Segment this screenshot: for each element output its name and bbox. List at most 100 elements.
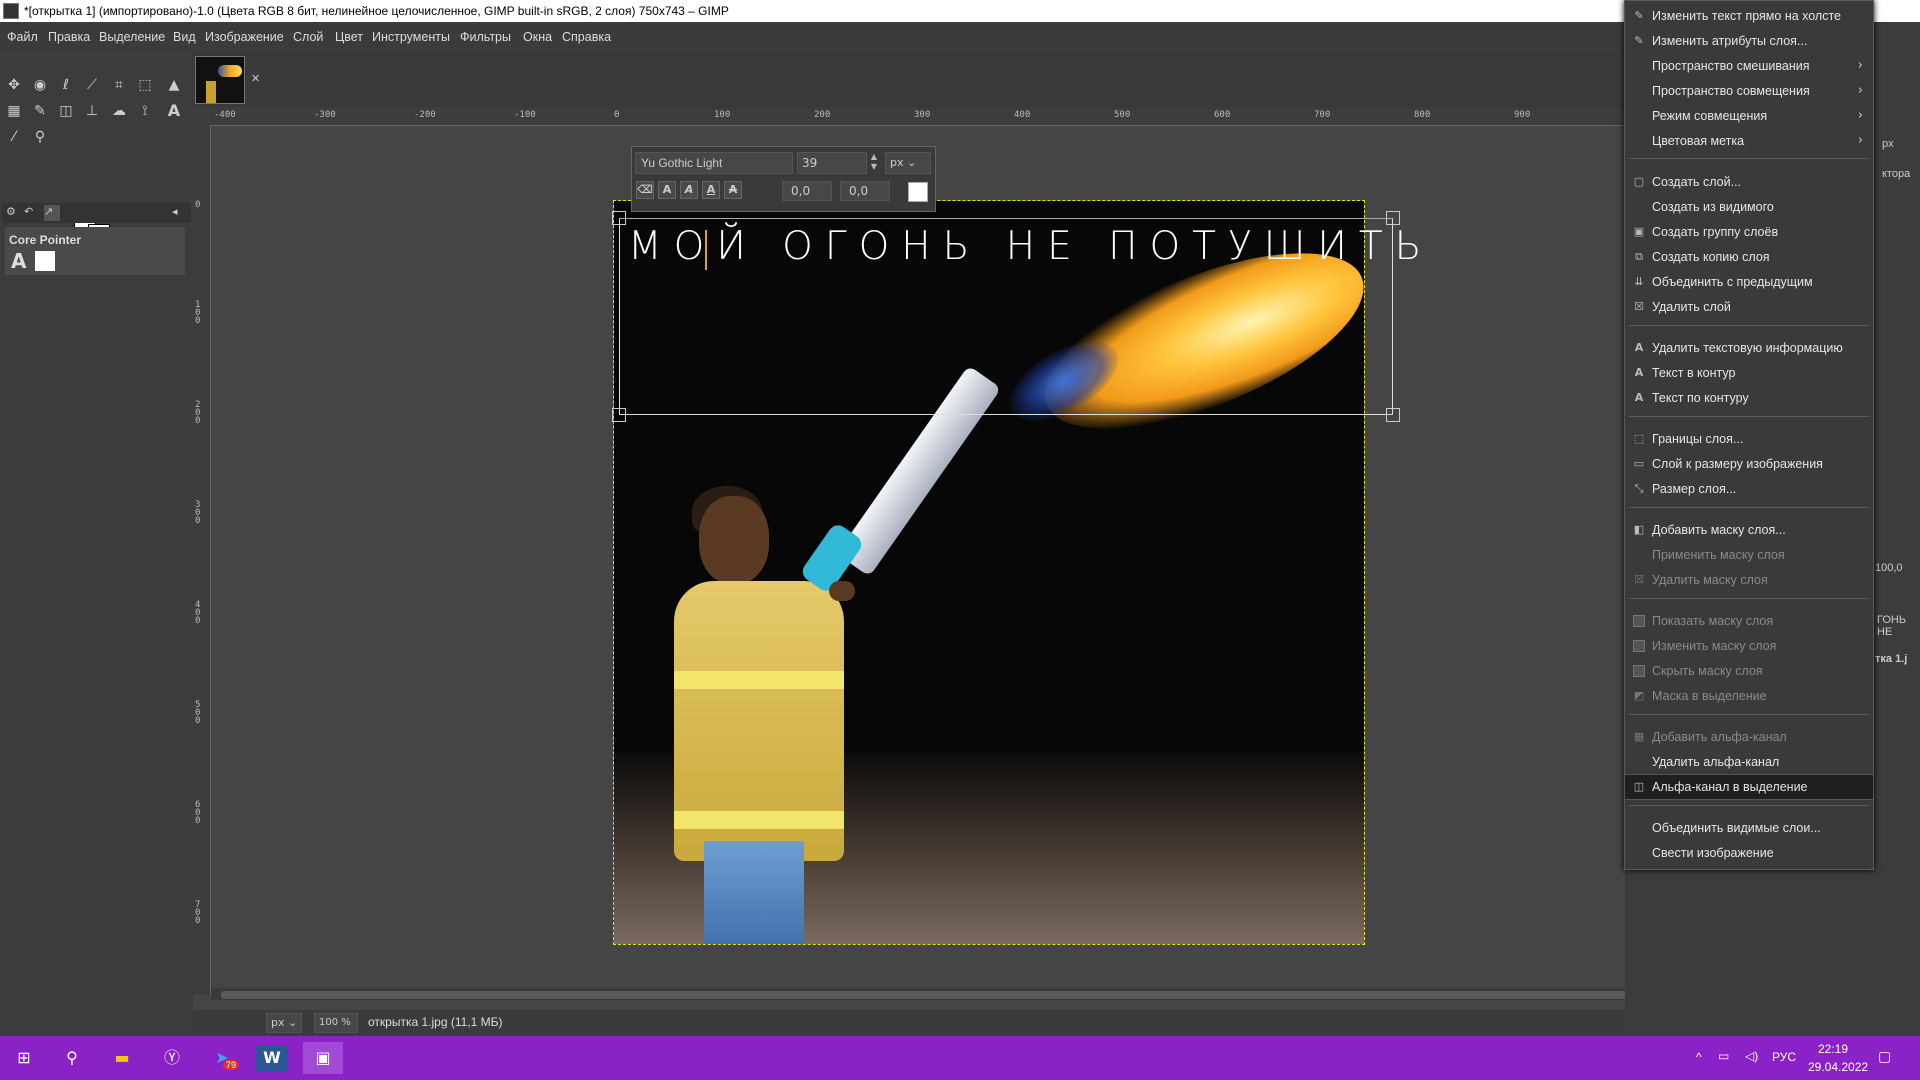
layer-text-name[interactable]: ГОНЬ НЕ	[1877, 614, 1920, 638]
dock-unit[interactable]: px	[1882, 138, 1894, 150]
menu-color-tag[interactable]: Цветовая метка ›	[1625, 129, 1873, 153]
paintbrush-icon[interactable]: ✎	[29, 100, 51, 122]
gradient-tool-icon[interactable]: ▦	[3, 100, 25, 122]
menu-item-label: Удалить текстовую информацию	[1652, 341, 1843, 355]
clock-date[interactable]: 29.04.2022	[1808, 1060, 1868, 1074]
paths-tool-icon[interactable]: ⟟	[134, 100, 156, 122]
zoom-tool-icon[interactable]: ⚲	[29, 126, 51, 148]
zoom-select[interactable]: 100 % ⌄	[314, 1013, 358, 1046]
align-tool-icon[interactable]: ◉	[29, 74, 51, 96]
text-tool-icon[interactable]: A	[163, 100, 185, 122]
ruler-corner[interactable]	[193, 108, 211, 126]
device-status-tab-icon[interactable]: ↗	[44, 205, 60, 221]
transform-tool-icon[interactable]: ⬚	[134, 74, 156, 96]
strikethrough-icon[interactable]: A	[724, 181, 742, 199]
menu-merge-down[interactable]: ⇊ Объединить с предыдущим	[1625, 270, 1873, 294]
menu-composite-space[interactable]: Пространство совмещения ›	[1625, 79, 1873, 103]
clone-tool-icon[interactable]: ⊥	[81, 100, 103, 122]
menu-discard-text-info[interactable]: A Удалить текстовую информацию	[1625, 336, 1873, 360]
unit-select[interactable]: px ⌄	[885, 152, 931, 174]
menu-windows[interactable]: Окна	[523, 30, 552, 44]
unit-select[interactable]: px ⌄	[266, 1013, 302, 1033]
tool-options-tab-icon[interactable]: ⚙	[6, 205, 22, 221]
menu-layer-boundary-size[interactable]: ⬚ Границы слоя...	[1625, 427, 1873, 451]
menu-duplicate-layer[interactable]: ⧉ Создать копию слоя	[1625, 245, 1873, 269]
language-indicator[interactable]: РУС	[1772, 1050, 1796, 1064]
menu-select[interactable]: Выделение	[99, 30, 165, 44]
italic-icon[interactable]: A	[680, 181, 698, 199]
notifications-icon[interactable]: ▢	[1878, 1048, 1891, 1065]
chevron-up-icon[interactable]: ^	[1696, 1050, 1702, 1064]
menu-layer[interactable]: Слой	[293, 30, 323, 44]
menu-merge-visible-layers[interactable]: Объединить видимые слои...	[1625, 816, 1873, 840]
text-box-handle[interactable]	[1386, 211, 1400, 225]
text-box-handle[interactable]	[1386, 408, 1400, 422]
menu-composite-mode[interactable]: Режим совмещения ›	[1625, 104, 1873, 128]
menu-help[interactable]: Справка	[562, 30, 611, 44]
menu-file[interactable]: Файл	[7, 30, 38, 44]
kerning-input[interactable]: 0,0	[840, 181, 890, 201]
horizontal-scrollbar[interactable]	[211, 988, 1681, 1000]
search-icon[interactable]: ⚲	[56, 1042, 88, 1074]
fuzzy-select-icon[interactable]: ⟋	[81, 74, 103, 96]
crop-tool-icon[interactable]: ⌗	[108, 74, 130, 96]
bold-icon[interactable]: A	[658, 181, 676, 199]
menu-view[interactable]: Вид	[173, 30, 196, 44]
size-spinner-icon[interactable]: ▲ ▼	[867, 152, 881, 174]
clock-time[interactable]: 22:19	[1818, 1042, 1848, 1056]
image-tab-thumbnail[interactable]	[195, 56, 245, 104]
opacity-value[interactable]: 100,0	[1875, 562, 1903, 574]
alpha-to-selection-icon: ◫	[1633, 780, 1645, 793]
menu-text-to-path[interactable]: A Текст в контур	[1625, 361, 1873, 385]
text-box-handle[interactable]	[612, 408, 626, 422]
scrollbar-thumb[interactable]	[221, 991, 1681, 999]
menu-alpha-to-selection[interactable]: ◫ Альфа-канал в выделение	[1624, 774, 1874, 800]
menu-edit[interactable]: Правка	[48, 30, 90, 44]
menu-new-layer[interactable]: ▢ Создать слой...	[1625, 170, 1873, 194]
menu-color[interactable]: Цвет	[335, 30, 363, 44]
vertical-ruler[interactable]: 0 100 200 300 400 500 600 700	[193, 126, 211, 995]
menu-remove-alpha-channel[interactable]: Удалить альфа-канал	[1625, 750, 1873, 774]
menu-tools[interactable]: Инструменты	[372, 30, 450, 44]
network-icon[interactable]: ▭	[1718, 1049, 1729, 1063]
text-color-swatch[interactable]	[908, 182, 928, 202]
baseline-input[interactable]: 0,0	[782, 181, 832, 201]
bucket-fill-icon[interactable]: ▲	[163, 74, 185, 96]
close-tab-icon[interactable]: ✕	[251, 72, 263, 85]
gimp-taskbar-icon[interactable]: ▣	[303, 1042, 343, 1074]
horizontal-ruler[interactable]: -400 -300 -200 -100 0 100 200 300 400 50…	[210, 108, 1625, 126]
menu-blend-space[interactable]: Пространство смешивания ›	[1625, 54, 1873, 78]
menu-new-from-visible[interactable]: Создать из видимого	[1625, 195, 1873, 219]
menu-delete-layer[interactable]: ☒ Удалить слой	[1625, 295, 1873, 319]
menu-scale-layer[interactable]: ⤡ Размер слоя...	[1625, 477, 1873, 501]
menu-image[interactable]: Изображение	[205, 30, 284, 44]
underline-icon[interactable]: A	[702, 181, 720, 199]
text-box-handle[interactable]	[612, 211, 626, 225]
menu-flatten-image[interactable]: Свести изображение	[1625, 841, 1873, 865]
clear-style-icon[interactable]: ⌫	[636, 181, 654, 199]
menu-filters[interactable]: Фильтры	[460, 30, 511, 44]
move-tool-icon[interactable]: ✥	[3, 74, 25, 96]
word-icon[interactable]: W	[256, 1045, 288, 1071]
menu-edit-text-on-canvas[interactable]: ✎ Изменить текст прямо на холсте	[1625, 4, 1873, 28]
color-picker-icon[interactable]: ⁄	[3, 126, 25, 148]
menu-layer-to-image-size[interactable]: ▭ Слой к размеру изображения	[1625, 452, 1873, 476]
yandex-browser-icon[interactable]: Ⓨ	[156, 1042, 188, 1074]
file-explorer-icon[interactable]: ▬	[106, 1042, 138, 1074]
volume-icon[interactable]: ◁)	[1745, 1049, 1758, 1063]
font-size-input[interactable]: 39	[797, 152, 867, 174]
undo-history-tab-icon[interactable]: ↶	[24, 205, 40, 221]
layer-image-name[interactable]: тка 1.j	[1875, 653, 1907, 665]
windows-start-icon[interactable]: ⊞	[8, 1042, 40, 1074]
eraser-icon[interactable]: ◫	[55, 100, 77, 122]
lasso-tool-icon[interactable]: ℓ	[55, 74, 77, 96]
windows-taskbar: ⊞ ⚲ ▬ Ⓨ ➤ 79 W ▣ ^ ▭ ◁) РУС 22:19 29.04.…	[0, 1036, 1920, 1080]
text-box-frame[interactable]	[619, 218, 1393, 415]
configure-tab-icon[interactable]: ◂	[172, 205, 188, 221]
smudge-tool-icon[interactable]: ☁	[108, 100, 130, 122]
menu-new-layer-group[interactable]: ▣ Создать группу слоёв	[1625, 220, 1873, 244]
font-input[interactable]: Yu Gothic Light	[635, 152, 793, 174]
menu-text-along-path[interactable]: A Текст по контуру	[1625, 386, 1873, 410]
menu-edit-layer-attributes[interactable]: ✎ Изменить атрибуты слоя...	[1625, 29, 1873, 53]
menu-add-layer-mask[interactable]: ◧ Добавить маску слоя...	[1625, 518, 1873, 542]
